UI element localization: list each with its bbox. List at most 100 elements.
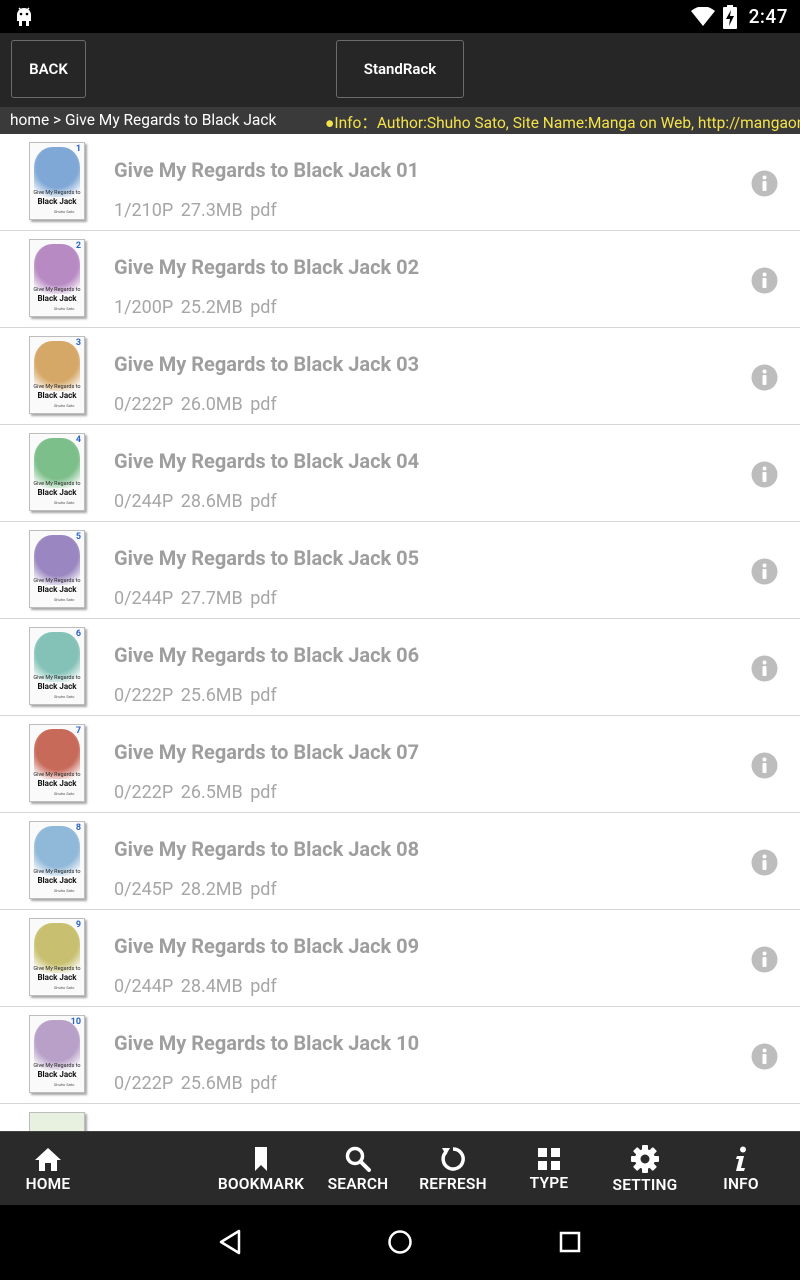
- book-title: Give My Regards to Black Jack 02: [114, 255, 420, 279]
- cover-title-line2: Black Jack: [37, 197, 77, 206]
- cover-title-line2: Black Jack: [37, 391, 77, 400]
- top-toolbar: BACK StandRack: [0, 33, 800, 107]
- back-triangle-icon[interactable]: [218, 1229, 242, 1255]
- cover-title-line1: Give My Regards to: [33, 869, 81, 875]
- book-info-icon[interactable]: [751, 849, 778, 876]
- book-row[interactable]: 7 Give My Regards to Black Jack Shuho Sato G…: [0, 716, 800, 813]
- cover-author: Shuho Sato: [54, 694, 75, 699]
- search-icon: [345, 1146, 371, 1172]
- cover-author: Shuho Sato: [54, 403, 75, 408]
- bottom-nav: HOME BOOKMARK SEARCH REFRESH TYPE SETTIN…: [0, 1131, 800, 1206]
- book-meta: 1/210P 27.3MB pdf: [114, 200, 277, 221]
- cover-title-line2: Black Jack: [37, 779, 77, 788]
- cover-title-line1: Give My Regards to: [33, 675, 81, 681]
- nav-search[interactable]: SEARCH: [322, 1132, 394, 1206]
- book-meta: 0/245P 28.2MB pdf: [114, 879, 277, 900]
- book-cover[interactable]: 9 Give My Regards to Black Jack Shuho Sato: [29, 918, 85, 996]
- home-circle-icon[interactable]: [387, 1229, 413, 1255]
- cover-title-line2: Black Jack: [37, 973, 77, 982]
- book-cover[interactable]: 2 Give My Regards to Black Jack Shuho Sato: [29, 239, 85, 317]
- book-cover[interactable]: 7 Give My Regards to Black Jack Shuho Sato: [29, 724, 85, 802]
- book-cover[interactable]: 6 Give My Regards to Black Jack Shuho Sato: [29, 627, 85, 705]
- home-icon: [35, 1147, 61, 1171]
- breadcrumb-path[interactable]: home > Give My Regards to Black Jack: [10, 111, 276, 129]
- book-row[interactable]: 2 Give My Regards to Black Jack Shuho Sato G…: [0, 231, 800, 328]
- book-cover[interactable]: [29, 1112, 85, 1131]
- book-info-icon[interactable]: [751, 364, 778, 391]
- cover-volume-number: 7: [75, 726, 81, 736]
- cover-title-line2: Black Jack: [37, 682, 77, 691]
- book-row[interactable]: 4 Give My Regards to Black Jack Shuho Sato G…: [0, 425, 800, 522]
- book-row-partial[interactable]: [0, 1104, 800, 1131]
- book-meta: 0/244P 28.4MB pdf: [114, 976, 277, 997]
- nav-info[interactable]: INFO: [713, 1132, 769, 1206]
- breadcrumb: home > Give My Regards to Black Jack ●In…: [0, 107, 800, 134]
- info-ticker: ●Info：Author:Shuho Sato, Site Name:Manga…: [325, 114, 800, 132]
- gear-icon: [631, 1144, 659, 1173]
- cover-title-line1: Give My Regards to: [33, 966, 81, 972]
- book-meta: 0/244P 27.7MB pdf: [114, 588, 277, 609]
- cover-volume-number: 5: [75, 532, 81, 542]
- nav-setting-label: SETTING: [612, 1175, 678, 1194]
- book-cover[interactable]: 3 Give My Regards to Black Jack Shuho Sato: [29, 336, 85, 414]
- book-info-icon[interactable]: [751, 558, 778, 585]
- book-row[interactable]: 8 Give My Regards to Black Jack Shuho Sato G…: [0, 813, 800, 910]
- book-row[interactable]: 3 Give My Regards to Black Jack Shuho Sato G…: [0, 328, 800, 425]
- book-row[interactable]: 9 Give My Regards to Black Jack Shuho Sato G…: [0, 910, 800, 1007]
- cover-title-line1: Give My Regards to: [33, 384, 81, 390]
- nav-bookmark-label: BOOKMARK: [217, 1174, 305, 1193]
- cover-title-line2: Black Jack: [37, 294, 77, 303]
- nav-home[interactable]: HOME: [18, 1132, 78, 1206]
- book-info-icon[interactable]: [751, 267, 778, 294]
- cover-title-line1: Give My Regards to: [33, 578, 81, 584]
- cover-title-line1: Give My Regards to: [33, 481, 81, 487]
- book-info-icon[interactable]: [751, 461, 778, 488]
- nav-type[interactable]: TYPE: [519, 1132, 579, 1206]
- nav-type-label: TYPE: [529, 1173, 569, 1192]
- standrack-button[interactable]: StandRack: [336, 40, 464, 98]
- cover-volume-number: 4: [75, 435, 81, 445]
- cover-author: Shuho Sato: [54, 888, 75, 893]
- book-cover[interactable]: 8 Give My Regards to Black Jack Shuho Sato: [29, 821, 85, 899]
- book-title: Give My Regards to Black Jack 07: [114, 740, 420, 764]
- book-info-icon[interactable]: [751, 170, 778, 197]
- book-title: Give My Regards to Black Jack 06: [114, 643, 420, 667]
- cover-title-line1: Give My Regards to: [33, 772, 81, 778]
- nav-setting[interactable]: SETTING: [607, 1132, 683, 1206]
- clock: 2:47: [748, 5, 788, 28]
- book-cover[interactable]: 5 Give My Regards to Black Jack Shuho Sato: [29, 530, 85, 608]
- cover-volume-number: 8: [75, 823, 81, 833]
- book-info-icon[interactable]: [751, 655, 778, 682]
- cover-volume-number: 6: [75, 629, 81, 639]
- status-bar: 2:47: [0, 0, 800, 33]
- cover-title-line2: Black Jack: [37, 585, 77, 594]
- book-row[interactable]: 10 Give My Regards to Black Jack Shuho Sato…: [0, 1007, 800, 1104]
- book-cover[interactable]: 10 Give My Regards to Black Jack Shuho Sato: [29, 1015, 85, 1093]
- book-cover[interactable]: 1 Give My Regards to Black Jack Shuho Sato: [29, 142, 85, 220]
- book-info-icon[interactable]: [751, 752, 778, 779]
- cover-title-line2: Black Jack: [37, 488, 77, 497]
- nav-bookmark[interactable]: BOOKMARK: [215, 1132, 307, 1206]
- cover-title-line1: Give My Regards to: [33, 1063, 81, 1069]
- book-list[interactable]: 1 Give My Regards to Black Jack Shuho Sato G…: [0, 134, 800, 1131]
- book-meta: 1/200P 25.2MB pdf: [114, 297, 277, 318]
- nav-refresh[interactable]: REFRESH: [415, 1132, 491, 1206]
- back-button[interactable]: BACK: [11, 40, 86, 98]
- cover-author: Shuho Sato: [54, 597, 75, 602]
- book-title: Give My Regards to Black Jack 08: [114, 837, 420, 861]
- cover-title-line1: Give My Regards to: [33, 190, 81, 196]
- book-meta: 0/222P 26.0MB pdf: [114, 394, 277, 415]
- book-meta: 0/222P 25.6MB pdf: [114, 1073, 277, 1094]
- book-info-icon[interactable]: [751, 1043, 778, 1070]
- nav-refresh-label: REFRESH: [419, 1174, 487, 1193]
- cover-author: Shuho Sato: [54, 500, 75, 505]
- refresh-icon: [441, 1146, 465, 1171]
- book-info-icon[interactable]: [751, 946, 778, 973]
- book-row[interactable]: 6 Give My Regards to Black Jack Shuho Sato G…: [0, 619, 800, 716]
- book-cover[interactable]: 4 Give My Regards to Black Jack Shuho Sato: [29, 433, 85, 511]
- recents-square-icon[interactable]: [559, 1231, 581, 1253]
- book-title: Give My Regards to Black Jack 09: [114, 934, 420, 958]
- cover-title-line2: Black Jack: [37, 1070, 77, 1079]
- book-row[interactable]: 1 Give My Regards to Black Jack Shuho Sato G…: [0, 134, 800, 231]
- book-row[interactable]: 5 Give My Regards to Black Jack Shuho Sato G…: [0, 522, 800, 619]
